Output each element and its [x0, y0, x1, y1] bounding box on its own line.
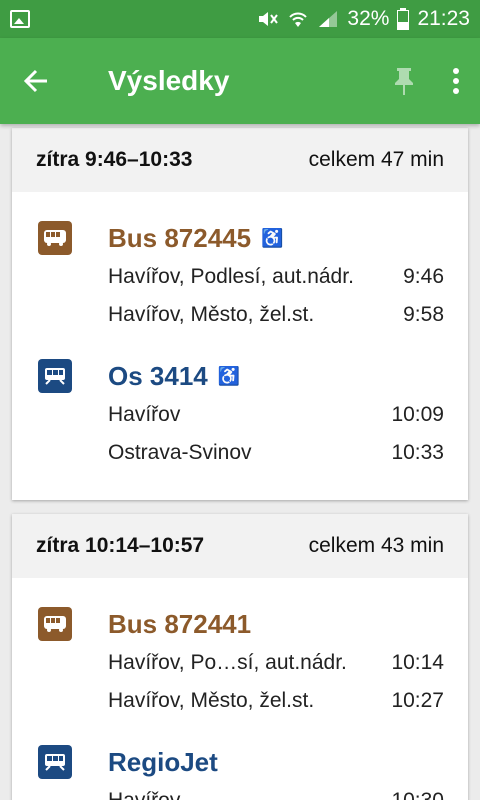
stop-name: Havířov, Město, žel.st.: [108, 689, 315, 712]
leg: Os 3414 ♿ Havířov 10:09 Ostrava-Svinov 1…: [12, 356, 468, 472]
bus-icon: [38, 221, 72, 255]
stop-row: Havířov 10:09: [108, 396, 444, 434]
stop-name: Havířov, Po…sí, aut.nádr.: [108, 651, 347, 674]
connection-time-range: zítra 10:14–10:57: [36, 534, 205, 557]
line-name: Os 3414: [108, 360, 208, 391]
stop-time: 10:09: [391, 403, 444, 426]
stop-name: Havířov, Město, žel.st.: [108, 303, 315, 326]
pin-button[interactable]: [376, 38, 432, 124]
stop-name: Havířov: [108, 789, 180, 800]
connection-card[interactable]: zítra 9:46–10:33 celkem 47 min Bus 87244…: [12, 128, 468, 500]
wheelchair-icon: ♿: [261, 228, 284, 248]
train-icon: [38, 745, 72, 779]
connection-header: zítra 10:14–10:57 celkem 43 min: [12, 514, 468, 578]
stop-name: Havířov, Podlesí, aut.nádr.: [108, 265, 354, 288]
train-icon: [38, 359, 72, 393]
stop-row: Havířov, Město, žel.st. 9:58: [108, 296, 444, 334]
mute-icon: [259, 12, 279, 26]
connection-duration: celkem 47 min: [308, 148, 444, 171]
clock: 21:23: [417, 7, 470, 30]
results-list[interactable]: zítra 9:46–10:33 celkem 47 min Bus 87244…: [0, 124, 480, 800]
leg: RegioJet Havířov 10:30: [12, 742, 468, 800]
line-name: Bus 872441: [108, 608, 252, 639]
stop-name: Ostrava-Svinov: [108, 441, 252, 464]
stop-time: 10:27: [391, 689, 444, 712]
stop-row: Ostrava-Svinov 10:33: [108, 434, 444, 472]
app-bar: Výsledky: [0, 38, 480, 124]
wifi-icon: [289, 12, 308, 27]
connection-card[interactable]: zítra 10:14–10:57 celkem 43 min Bus 8724…: [12, 514, 468, 800]
signal-icon: [319, 11, 338, 27]
overflow-menu-button[interactable]: [432, 38, 480, 124]
stop-time: 9:58: [403, 303, 444, 326]
connection-duration: celkem 43 min: [308, 534, 444, 557]
leg: Bus 872445 ♿ Havířov, Podlesí, aut.nádr.…: [12, 218, 468, 334]
stop-row: Havířov 10:30: [108, 782, 444, 800]
wheelchair-icon: ♿: [217, 366, 241, 386]
leg: Bus 872441 Havířov, Po…sí, aut.nádr. 10:…: [12, 604, 468, 720]
status-bar: 32% 21:23: [0, 0, 480, 38]
bus-icon: [38, 607, 72, 641]
stop-row: Havířov, Město, žel.st. 10:27: [108, 682, 444, 720]
pin-icon: [395, 68, 413, 95]
line-name: Bus 872445: [108, 222, 252, 253]
stop-row: Havířov, Po…sí, aut.nádr. 10:14: [108, 644, 444, 682]
connection-time-range: zítra 9:46–10:33: [36, 148, 193, 171]
gallery-notification-icon: [10, 10, 30, 28]
stop-time: 9:46: [403, 265, 444, 288]
stop-time: 10:30: [391, 789, 444, 800]
connection-header: zítra 9:46–10:33 celkem 47 min: [12, 128, 468, 192]
stop-time: 10:33: [391, 441, 444, 464]
stop-row: Havířov, Podlesí, aut.nádr. 9:46: [108, 258, 444, 296]
battery-percent: 32%: [347, 7, 390, 30]
battery-icon: [397, 8, 410, 30]
arrow-back-icon: [23, 69, 47, 93]
line-name: RegioJet: [108, 746, 218, 777]
page-title: Výsledky: [108, 65, 230, 96]
stop-name: Havířov: [108, 403, 181, 426]
back-button[interactable]: [0, 38, 72, 124]
more-vert-icon: [453, 68, 459, 94]
stop-time: 10:14: [391, 651, 444, 674]
